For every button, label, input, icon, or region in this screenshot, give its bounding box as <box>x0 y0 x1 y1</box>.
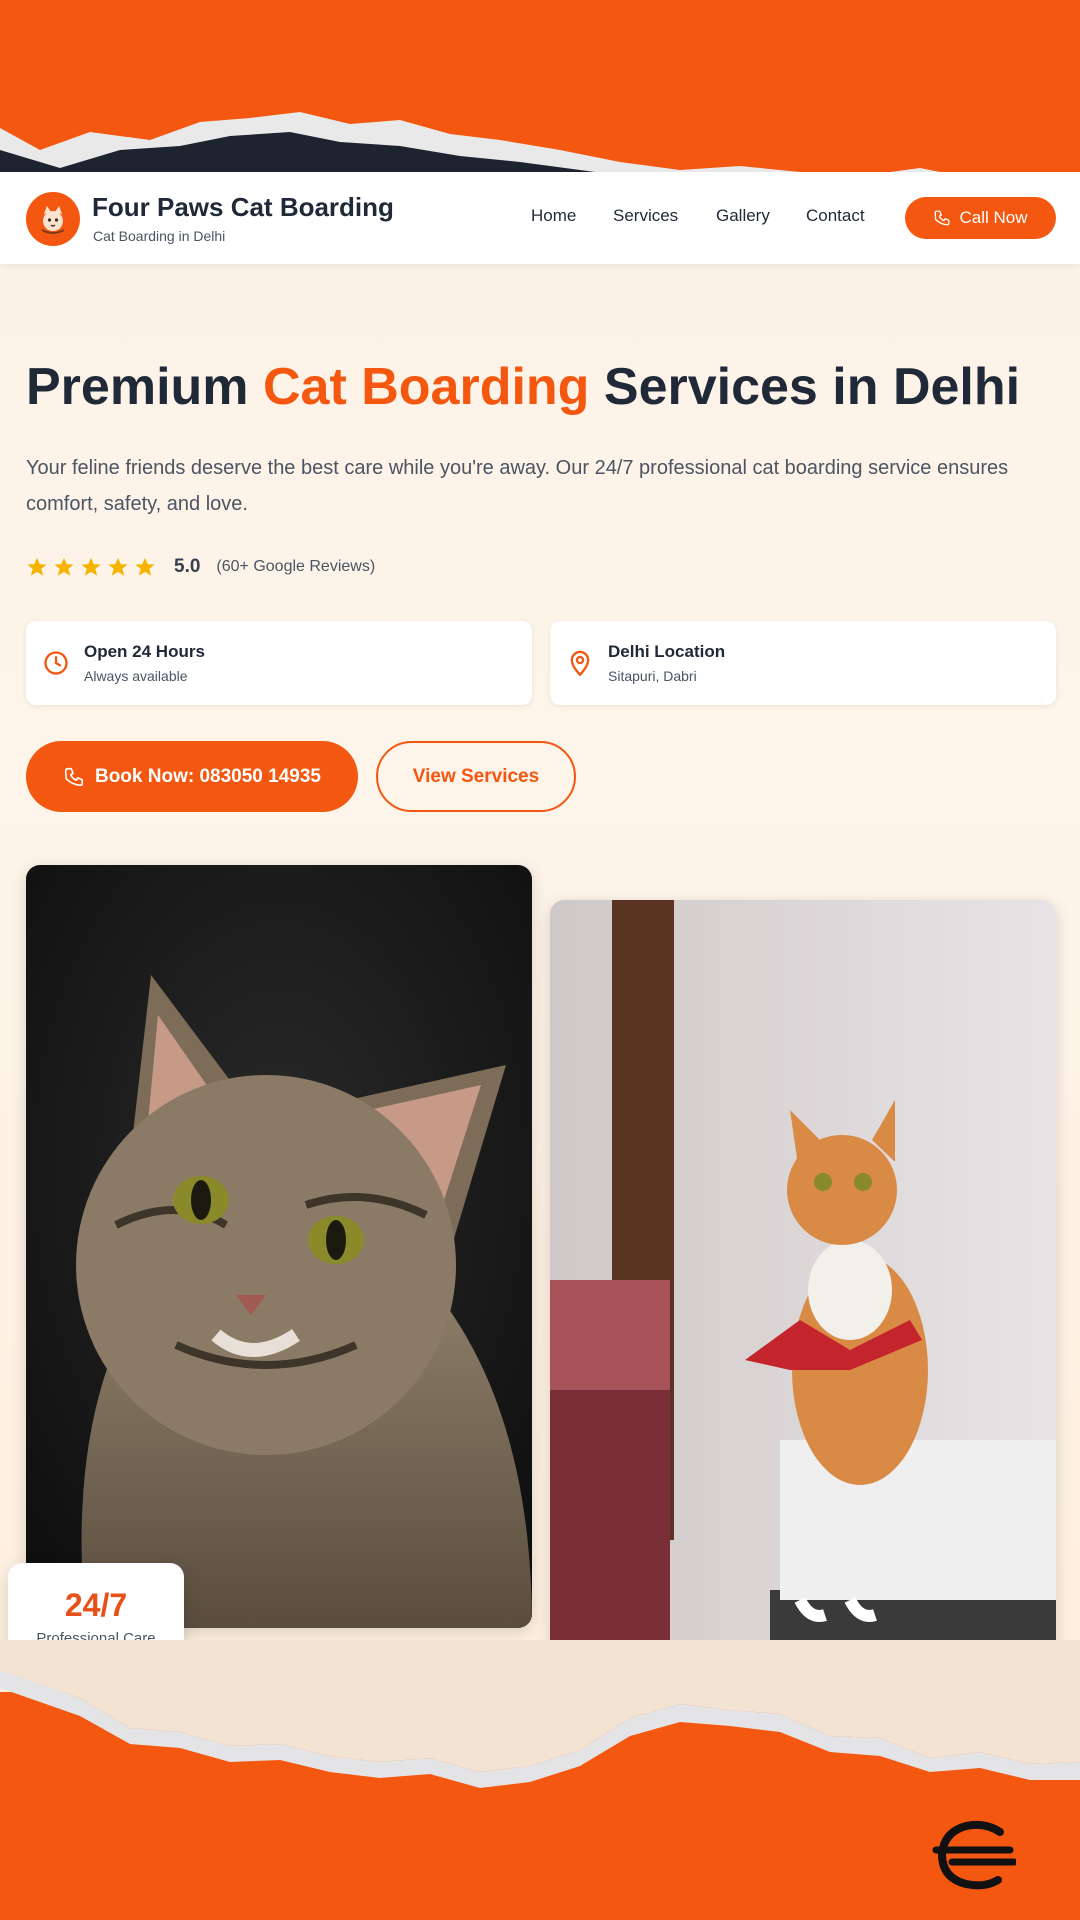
star-icon <box>135 557 155 576</box>
book-now-button[interactable]: Book Now: 083050 14935 <box>26 741 358 812</box>
info-subtitle-hours: Always available <box>84 668 188 684</box>
nav-home[interactable]: Home <box>531 206 576 226</box>
tabby-kitten-photo <box>26 865 532 1628</box>
site-header: Four Paws Cat Boarding Cat Boarding in D… <box>0 172 1080 264</box>
brand-tagline: Cat Boarding in Delhi <box>93 228 226 244</box>
orange-cat-with-bandana-photo <box>550 900 1056 1662</box>
star-icon <box>27 557 47 576</box>
watermark-logo-icon <box>932 1820 1016 1890</box>
star-icon <box>54 557 74 576</box>
rating-value: 5.0 <box>174 556 201 577</box>
info-title-location: Delhi Location <box>608 642 726 661</box>
info-card-hours: Open 24 Hours Always available <box>26 621 532 705</box>
book-now-label: Book Now: 083050 14935 <box>94 765 321 787</box>
hero-title-post: Services in Delhi <box>589 358 1021 416</box>
torn-paper-bottom <box>0 1640 1080 1788</box>
badge-value: 24/7 <box>64 1587 128 1623</box>
website-page: Four Paws Cat Boarding Cat Boarding in D… <box>0 172 1080 1692</box>
nav-services[interactable]: Services <box>613 206 678 226</box>
view-services-button[interactable]: View Services <box>376 741 576 812</box>
hero-description: Your feline friends deserve the best car… <box>26 457 1009 515</box>
info-card-location: Delhi Location Sitapuri, Dabri <box>550 621 1056 705</box>
nav-gallery[interactable]: Gallery <box>716 206 770 226</box>
logo[interactable] <box>26 192 80 246</box>
call-now-label: Call Now <box>959 208 1028 227</box>
hero-title-accent: Cat Boarding <box>262 358 590 416</box>
info-title-hours: Open 24 Hours <box>84 642 205 661</box>
hero-title-pre: Premium <box>26 358 263 416</box>
info-subtitle-location: Sitapuri, Dabri <box>608 668 697 684</box>
cat-logo-icon <box>41 206 65 234</box>
star-icon <box>81 557 101 576</box>
clock-icon <box>44 651 68 675</box>
phone-icon <box>64 767 84 786</box>
rating-row: 5.0 (60+ Google Reviews) <box>26 556 375 578</box>
call-now-button[interactable]: Call Now <box>905 197 1056 239</box>
brand-name[interactable]: Four Paws Cat Boarding <box>92 192 394 223</box>
star-rating <box>26 556 156 578</box>
phone-icon <box>935 210 950 226</box>
review-count[interactable]: (60+ Google Reviews) <box>216 558 375 576</box>
hero-title: Premium Cat Boarding Services in Delhi <box>26 357 1066 417</box>
nav-contact[interactable]: Contact <box>806 206 865 226</box>
star-icon <box>108 557 128 576</box>
location-pin-icon <box>570 650 590 677</box>
